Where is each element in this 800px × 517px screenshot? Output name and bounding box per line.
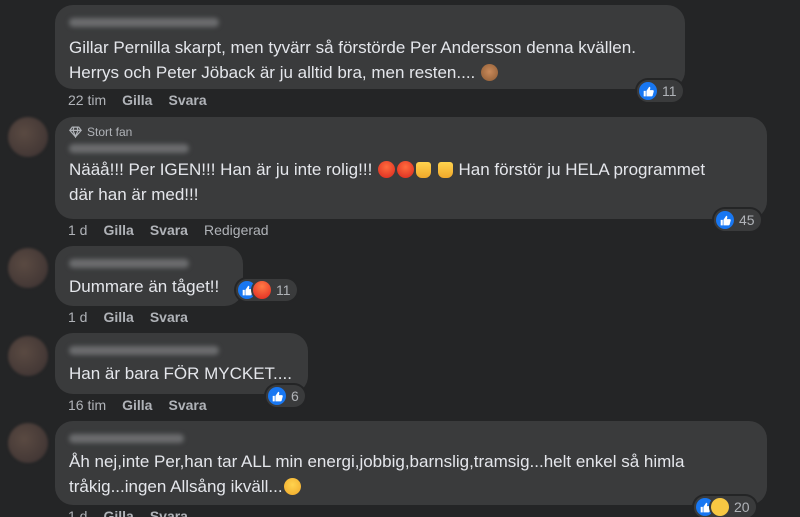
reply-button[interactable]: Svara (168, 92, 206, 108)
reply-button[interactable]: Svara (150, 309, 188, 325)
comment-bubble: Dummare än tåget!! (55, 246, 243, 306)
comment-actions: 1 d Gilla Svara (68, 308, 204, 326)
like-reaction-icon (716, 211, 734, 229)
like-button[interactable]: Gilla (122, 92, 152, 108)
angry-reaction-icon (253, 281, 271, 299)
reaction-count: 11 (662, 83, 677, 99)
wow-reaction-icon (711, 498, 729, 516)
avatar[interactable] (8, 248, 48, 288)
author-name-blurred[interactable] (69, 143, 755, 153)
avatar[interactable] (8, 423, 48, 463)
author-name-blurred[interactable] (69, 15, 673, 29)
badge-label: Stort fan (87, 125, 133, 139)
comment-thread: Gillar Pernilla skarpt, men tyvärr så fö… (0, 0, 800, 517)
timestamp[interactable]: 1 d (68, 309, 87, 325)
comment-bubble: Åh nej,inte Per,han tar ALL min energi,j… (55, 421, 767, 505)
comment-bubble: Han är bara FÖR MYCKET.... (55, 333, 308, 394)
comment-actions: 22 tim Gilla Svara (68, 91, 223, 109)
comment-bubble: Gillar Pernilla skarpt, men tyvärr så fö… (55, 5, 685, 89)
timestamp[interactable]: 22 tim (68, 92, 106, 108)
comment-text: Åh nej,inte Per,han tar ALL min energi,j… (69, 452, 685, 496)
see-no-evil-monkey-icon (481, 64, 499, 81)
thumbs-down-icon (437, 162, 453, 178)
comment-text: Gillar Pernilla skarpt, men tyvärr så fö… (69, 38, 636, 82)
reaction-count: 20 (734, 499, 750, 515)
author-name-blurred[interactable] (69, 343, 296, 357)
reaction-summary[interactable]: 11 (637, 80, 683, 102)
comment-bubble: Stort fan Nääå!!! Per IGEN!!! Han är ju … (55, 117, 767, 219)
timestamp[interactable]: 16 tim (68, 397, 106, 413)
reply-button[interactable]: Svara (150, 222, 188, 238)
pensive-face-icon (283, 478, 301, 495)
timestamp[interactable]: 1 d (68, 222, 87, 238)
avatar[interactable] (8, 336, 48, 376)
like-button[interactable]: Gilla (122, 397, 152, 413)
top-fan-badge: Stort fan (69, 125, 755, 139)
like-button[interactable]: Gilla (103, 508, 133, 517)
like-button[interactable]: Gilla (103, 222, 133, 238)
like-reaction-icon (639, 82, 657, 100)
timestamp[interactable]: 1 d (68, 508, 87, 517)
reaction-count: 6 (291, 388, 299, 404)
comment-text: Han är bara FÖR MYCKET.... (69, 364, 292, 383)
thumbs-down-icon (416, 162, 432, 178)
comment-actions: 16 tim Gilla Svara (68, 396, 223, 414)
avatar[interactable] (8, 117, 48, 157)
comment-actions: 1 d Gilla Svara Redigerad (68, 221, 285, 239)
reply-button[interactable]: Svara (150, 508, 188, 517)
reaction-count: 45 (739, 212, 755, 228)
reaction-summary[interactable]: 11 (236, 279, 297, 301)
reaction-summary[interactable]: 45 (714, 209, 761, 231)
diamond-icon (69, 126, 82, 138)
reply-button[interactable]: Svara (168, 397, 206, 413)
edited-label: Redigerad (203, 222, 269, 238)
author-name-blurred[interactable] (69, 256, 231, 270)
reaction-summary[interactable]: 20 (694, 496, 756, 517)
author-name-blurred[interactable] (69, 431, 755, 445)
comment-text: Nääå!!! Per IGEN!!! Han är ju inte rolig… (69, 160, 706, 204)
like-button[interactable]: Gilla (103, 309, 133, 325)
like-reaction-icon (268, 387, 286, 405)
comment-actions: 1 d Gilla Svara (68, 507, 204, 517)
reaction-count: 11 (276, 282, 291, 298)
angry-face-icon (378, 161, 396, 178)
angry-face-icon (397, 161, 415, 178)
reaction-summary[interactable]: 6 (266, 385, 305, 407)
comment-text: Dummare än tåget!! (69, 277, 220, 296)
